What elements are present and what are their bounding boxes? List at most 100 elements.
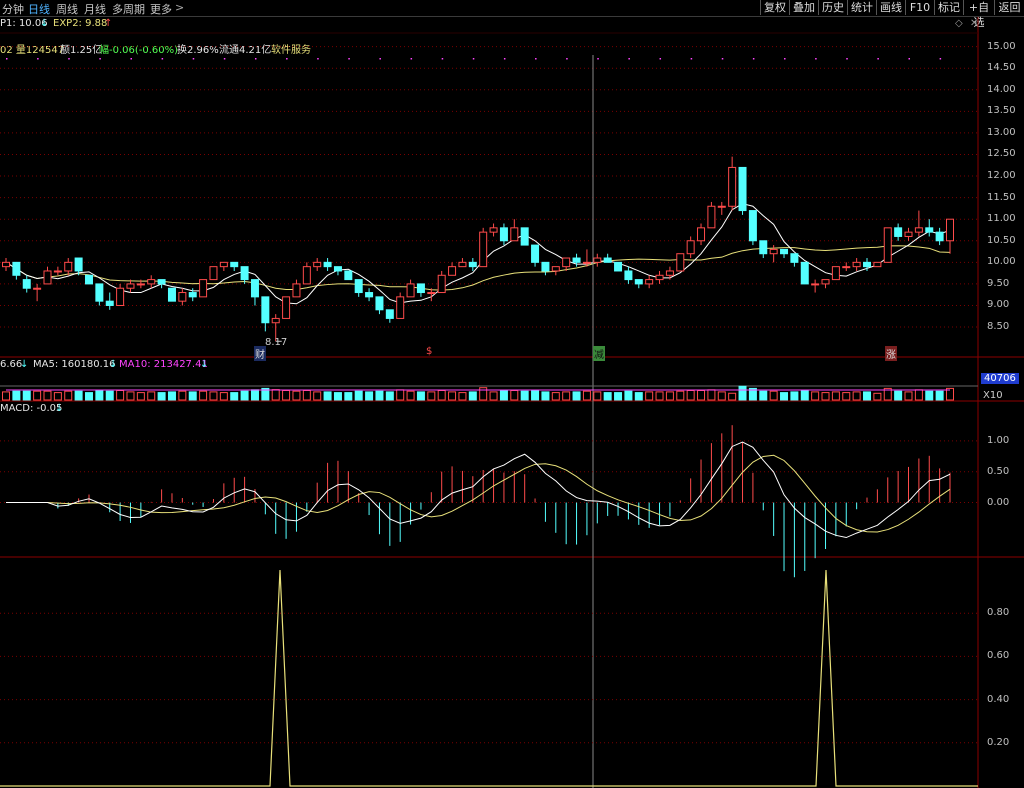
- candle-body: [64, 261, 73, 272]
- volume-bar: [593, 391, 602, 401]
- volume-bar: [282, 390, 291, 401]
- volume-bar: [852, 391, 861, 401]
- volume-bar: [603, 392, 612, 401]
- volume-bar: [873, 392, 882, 401]
- price-tick-label: 10.50: [987, 234, 1016, 246]
- candle-body: [302, 266, 311, 285]
- event-dot: [192, 58, 195, 60]
- volume-bar: [74, 390, 83, 401]
- candle-body: [416, 283, 425, 294]
- candle-body: [167, 287, 176, 302]
- candle-body: [209, 266, 218, 281]
- candle-body: [614, 261, 623, 272]
- volume-bar: [821, 392, 830, 401]
- candle-body: [396, 296, 405, 319]
- vol-value: 6.66: [0, 359, 23, 370]
- candle-body: [230, 261, 239, 268]
- volume-bar: [935, 390, 944, 401]
- volume-bar: [333, 392, 342, 401]
- volume-bar: [136, 392, 145, 401]
- volume-bar: [800, 390, 809, 401]
- price-tick-label: 11.50: [987, 191, 1016, 203]
- volume-bar: [914, 389, 923, 401]
- volume-bar: [406, 390, 415, 401]
- candle-body: [541, 261, 550, 272]
- candle-body: [354, 279, 363, 294]
- event-dot: [815, 58, 817, 60]
- price-tick-label: 9.00: [987, 299, 1010, 311]
- vol-ma10: MA10: 213427.41: [119, 359, 208, 370]
- candle-body: [74, 257, 83, 272]
- candle-body: [365, 292, 374, 298]
- volume-bar: [707, 389, 716, 401]
- event-dot: [6, 58, 8, 60]
- candle-body: [520, 227, 529, 246]
- candle-body: [593, 257, 602, 263]
- macd-tick-label: 1.00: [987, 434, 1010, 446]
- event-dot: [784, 58, 786, 60]
- volume-bar: [354, 390, 363, 401]
- candle-body: [852, 261, 861, 268]
- volume-bar: [427, 391, 436, 401]
- kline-chart[interactable]: [0, 0, 1024, 788]
- volume-bar: [22, 390, 31, 401]
- event-dot: [317, 58, 319, 60]
- volume-bar: [904, 391, 913, 401]
- candle-body: [53, 270, 62, 273]
- rise-marker[interactable]: 涨: [885, 346, 897, 361]
- candle-body: [479, 231, 488, 268]
- volume-bar: [676, 390, 685, 401]
- volume-bar: [863, 391, 872, 401]
- volume-bar: [655, 391, 664, 401]
- dollar-marker[interactable]: $: [426, 346, 432, 357]
- candle-body: [634, 279, 643, 285]
- event-dot: [566, 58, 568, 60]
- candle-body: [157, 279, 166, 285]
- candle-body: [914, 227, 923, 233]
- event-dot: [348, 58, 350, 60]
- event-dot: [223, 58, 226, 60]
- event-dot: [659, 58, 662, 60]
- event-dot: [68, 58, 70, 60]
- volume-bar: [416, 391, 425, 401]
- candle-body: [863, 261, 872, 268]
- candle-body: [645, 279, 654, 285]
- signal-line: [0, 569, 978, 787]
- reduce-marker[interactable]: 减: [593, 346, 605, 361]
- candle-body: [562, 257, 571, 268]
- candle-body: [686, 240, 695, 255]
- volume-bar: [925, 390, 934, 401]
- volume-bar: [728, 392, 737, 401]
- volume-bar: [12, 390, 21, 401]
- price-tick-label: 13.00: [987, 126, 1016, 138]
- price-tick-label: 12.00: [987, 170, 1016, 182]
- volume-bar: [686, 390, 695, 401]
- candle-body: [333, 266, 342, 272]
- volume-bar: [790, 391, 799, 401]
- event-dot: [99, 58, 101, 60]
- vol-ma5: MA5: 160180.16: [33, 359, 116, 370]
- volume-bar: [199, 390, 208, 401]
- price-tick-label: 14.50: [987, 62, 1016, 74]
- candle-body: [489, 227, 498, 233]
- volume-bar: [624, 390, 633, 401]
- candle-body: [572, 257, 581, 263]
- macd-tick-label: 0.50: [987, 465, 1010, 477]
- volume-bar: [551, 392, 560, 401]
- candle-body: [84, 274, 93, 285]
- volume-bar: [759, 390, 768, 401]
- volume-bar: [209, 391, 218, 401]
- volume-bar: [448, 391, 457, 401]
- candle-body: [219, 261, 228, 268]
- finance-marker[interactable]: 财: [254, 346, 266, 361]
- candle-body: [33, 287, 42, 290]
- event-dot: [441, 58, 444, 60]
- event-dot: [908, 58, 911, 60]
- candle-body: [551, 266, 560, 272]
- volume-bar: [894, 390, 903, 401]
- price-tick-label: 13.50: [987, 105, 1016, 117]
- candle-body: [250, 279, 259, 298]
- candle-body: [188, 292, 197, 298]
- volume-bar: [645, 391, 654, 401]
- candle-body: [136, 283, 145, 286]
